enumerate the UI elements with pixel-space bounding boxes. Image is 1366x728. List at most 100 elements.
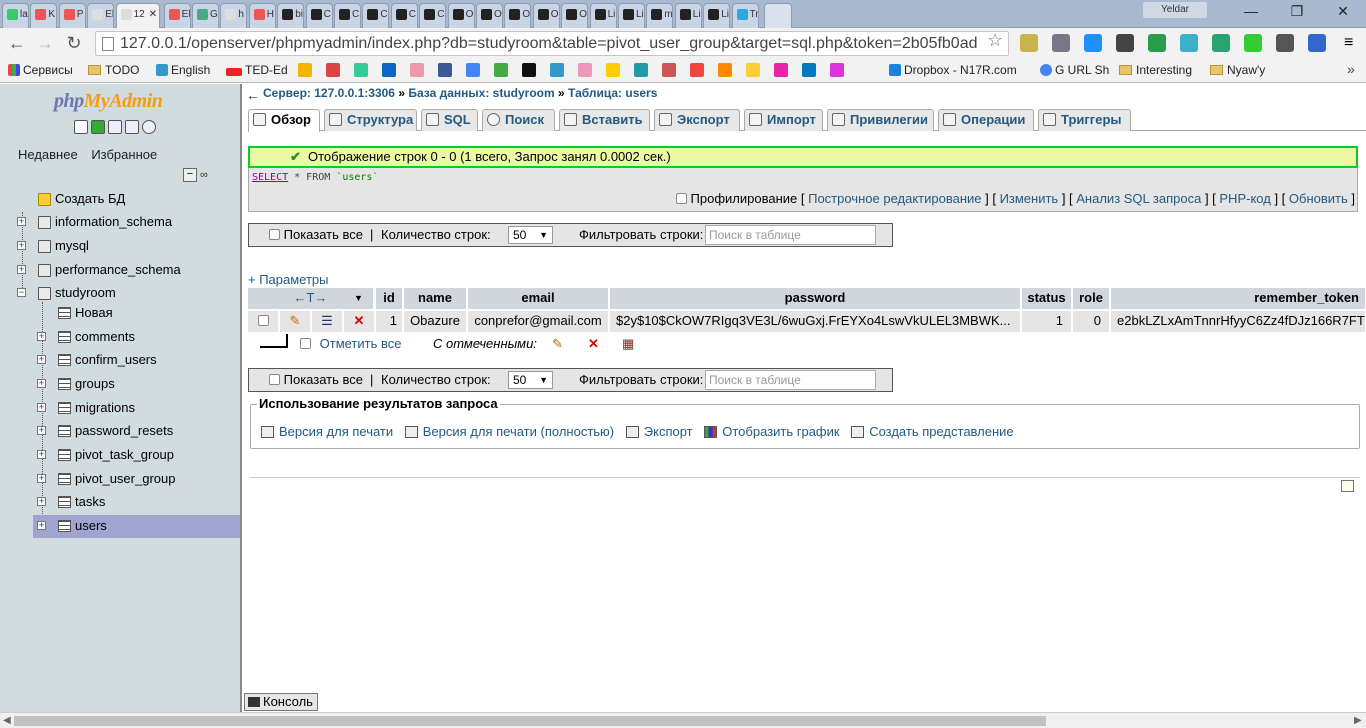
bookmark-favicon-icon[interactable]: [606, 63, 623, 78]
console-button[interactable]: Консоль: [244, 693, 318, 711]
column-header-name[interactable]: name: [404, 288, 467, 309]
tree-table-pivot-user-group[interactable]: + pivot_user_group: [0, 468, 240, 491]
link-with-main-icon[interactable]: ∞: [200, 168, 216, 182]
bookmark-nyawy[interactable]: Nyaw'y: [1210, 63, 1265, 77]
bookmark-favicon-icon[interactable]: [522, 63, 539, 78]
bookmark-favicon-icon[interactable]: [830, 63, 847, 78]
tree-table-tasks[interactable]: + tasks: [0, 491, 240, 514]
browser-tab[interactable]: O: [532, 3, 560, 28]
browser-tab[interactable]: Tr: [731, 3, 759, 28]
tree-db-mysql[interactable]: + mysql: [0, 235, 240, 258]
show-all-toggle[interactable]: Показать все: [269, 224, 363, 246]
browser-tab[interactable]: O: [476, 3, 503, 28]
tab-structure[interactable]: Структура: [324, 109, 417, 131]
show-all-checkbox[interactable]: [269, 229, 280, 240]
ext-timer-icon[interactable]: [1180, 34, 1198, 52]
tab-search[interactable]: Поиск: [482, 109, 555, 131]
toggle-sidebar-icon[interactable]: ←: [246, 86, 260, 104]
bookmark-favicon-icon[interactable]: [298, 63, 315, 78]
expand-icon[interactable]: +: [37, 450, 46, 459]
reload-icon[interactable]: ↻: [62, 31, 86, 55]
recent-tab[interactable]: Недавнее: [18, 147, 78, 162]
tab-privileges[interactable]: Привилегии: [827, 109, 934, 131]
browser-menu-icon[interactable]: ≡: [1344, 34, 1362, 52]
breadcrumb-table[interactable]: Таблица: users: [568, 86, 657, 100]
ext-new-icon[interactable]: [1148, 34, 1166, 52]
display-chart-link[interactable]: Отобразить график: [704, 424, 840, 439]
tree-table-pivot-task-group[interactable]: + pivot_task_group: [0, 444, 240, 467]
column-header-status[interactable]: status: [1022, 288, 1072, 309]
browser-tab[interactable]: h: [220, 3, 248, 28]
expand-icon[interactable]: +: [37, 521, 46, 530]
phpmyadmin-logo[interactable]: phpMyAdmin: [54, 90, 163, 113]
check-all-checkbox[interactable]: [300, 338, 311, 349]
browser-tab[interactable]: C: [362, 3, 390, 28]
browser-tab[interactable]: El: [87, 3, 115, 28]
bookmark-favicon-icon[interactable]: [466, 63, 483, 78]
filter-rows-input[interactable]: Поиск в таблице: [705, 370, 876, 390]
ext-audio-icon[interactable]: [1212, 34, 1230, 52]
bookmark-url-shortener[interactable]: G URL Sh: [1040, 63, 1109, 77]
browser-tab[interactable]: C: [419, 3, 447, 28]
cell-name[interactable]: Obazure: [404, 311, 467, 332]
favorites-tab[interactable]: Избранное: [91, 147, 157, 162]
bookmark-favicon-icon[interactable]: [382, 63, 399, 78]
browser-tab[interactable]: Li: [703, 3, 731, 28]
column-header-remember-token[interactable]: remember_token: [1111, 288, 1366, 309]
tab-operations[interactable]: Операции: [938, 109, 1034, 131]
rows-select[interactable]: 50 ▼: [508, 371, 553, 389]
restore-icon[interactable]: ❐: [1274, 0, 1320, 24]
column-header-id[interactable]: id: [376, 288, 403, 309]
browser-tab[interactable]: P: [58, 3, 86, 28]
new-tab-button[interactable]: [764, 3, 792, 28]
forward-icon[interactable]: →: [33, 31, 57, 55]
browser-tab[interactable]: bi: [277, 3, 305, 28]
ext-grammarly-icon[interactable]: [1116, 34, 1134, 52]
profiling-checkbox[interactable]: [675, 193, 687, 204]
browser-tab[interactable]: H: [248, 3, 276, 28]
tree-table-confirm-users[interactable]: + confirm_users: [0, 349, 240, 372]
bookmark-favicon-icon[interactable]: [326, 63, 343, 78]
check-all-toggle[interactable]: Отметить все: [300, 334, 401, 354]
browser-tab[interactable]: Li: [589, 3, 617, 28]
tab-triggers[interactable]: Триггеры: [1038, 109, 1131, 131]
breadcrumb-server[interactable]: Сервер: 127.0.0.1:3306: [263, 86, 395, 100]
ext-print-icon[interactable]: [1276, 34, 1294, 52]
cell-remember-token[interactable]: e2bkLZLxAmTnnrHfyyC6Zz4fDJz166R7FTI: [1111, 311, 1366, 332]
inline-edit-link[interactable]: Построчное редактирование: [808, 191, 981, 206]
browser-tab[interactable]: m: [646, 3, 674, 28]
row-checkbox[interactable]: [257, 315, 269, 326]
bookmark-favicon-icon[interactable]: [578, 63, 595, 78]
filter-rows-input[interactable]: Поиск в таблице: [705, 225, 876, 245]
close-window-icon[interactable]: ✕: [1320, 0, 1366, 24]
explain-sql-link[interactable]: Анализ SQL запроса: [1076, 191, 1201, 206]
tree-table-groups[interactable]: + groups: [0, 373, 240, 396]
browser-tab[interactable]: O: [504, 3, 532, 28]
browser-tab[interactable]: O: [447, 3, 475, 28]
refresh-link[interactable]: Обновить: [1289, 191, 1348, 206]
browser-tab[interactable]: C: [390, 3, 418, 28]
bookmark-favicon-icon[interactable]: [662, 63, 679, 78]
bookmark-favicon-icon[interactable]: [550, 63, 567, 78]
bookmark-favicon-icon[interactable]: [634, 63, 651, 78]
tab-insert[interactable]: Вставить: [559, 109, 650, 131]
browser-tab[interactable]: C: [305, 3, 333, 28]
cell-status[interactable]: 1: [1022, 311, 1072, 332]
scroll-right-icon[interactable]: ▶: [1354, 715, 1362, 726]
cell-email[interactable]: conprefor@gmail.com: [468, 311, 609, 332]
tab-export[interactable]: Экспорт: [654, 109, 740, 131]
expand-icon[interactable]: +: [37, 403, 46, 412]
create-view-link[interactable]: Создать представление: [851, 424, 1014, 439]
docs-icon[interactable]: [108, 120, 122, 134]
bookmark-english[interactable]: English: [156, 63, 210, 77]
tree-table-users[interactable]: + users: [33, 515, 240, 538]
minimize-icon[interactable]: —: [1228, 0, 1274, 24]
tree-db-performance-schema[interactable]: + performance_schema: [0, 259, 240, 282]
browser-tab[interactable]: K: [30, 3, 58, 28]
bookmark-favicon-icon[interactable]: [354, 63, 371, 78]
browser-tab[interactable]: G: [192, 3, 219, 28]
bookmark-favicon-icon[interactable]: [746, 63, 763, 78]
close-tab-icon[interactable]: ✕: [149, 9, 157, 20]
tab-import[interactable]: Импорт: [744, 109, 823, 131]
browser-tab[interactable]: El: [163, 3, 191, 28]
